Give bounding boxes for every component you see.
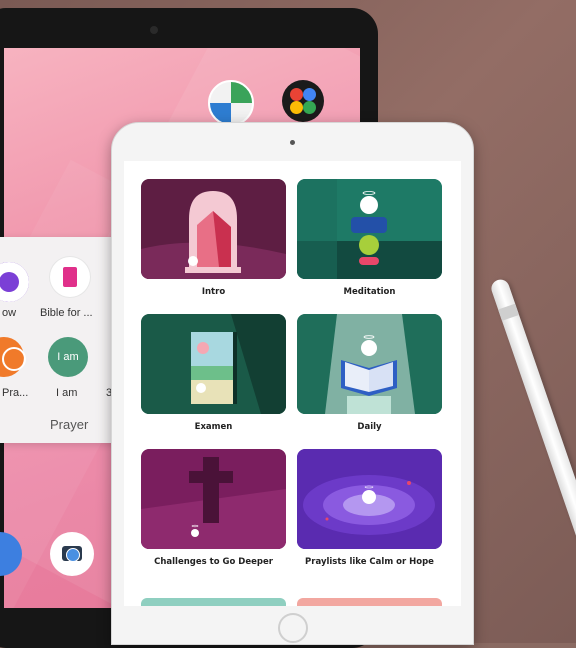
photos-petal	[303, 88, 316, 101]
card-title: Challenges to Go Deeper	[154, 557, 273, 567]
daily-illustration	[297, 314, 442, 414]
app-label: Bible for ...	[40, 307, 93, 319]
meditation-card-art	[297, 179, 442, 279]
home-button[interactable]	[278, 613, 308, 643]
maps-app-icon[interactable]	[208, 80, 254, 126]
pencil-band	[498, 303, 520, 321]
challenges-illustration	[141, 449, 286, 549]
book-icon	[63, 267, 77, 287]
prayer-app-screen: Intro Meditation Examen Daily Challenges…	[124, 161, 461, 606]
app-icon-purple[interactable]	[0, 257, 34, 307]
app-label: I am	[56, 387, 78, 399]
pray-app-icon[interactable]	[0, 337, 26, 377]
card-examen[interactable]: Examen	[141, 314, 286, 444]
bible-app-icon[interactable]	[50, 257, 90, 297]
front-tablet: Intro Meditation Examen Daily Challenges…	[111, 122, 474, 645]
card-intro[interactable]: Intro	[141, 179, 286, 309]
examen-card-art	[141, 314, 286, 414]
card-title: Examen	[194, 422, 233, 432]
intro-illustration	[141, 179, 286, 279]
praylists-illustration	[297, 449, 442, 549]
praylists-card-art	[297, 449, 442, 549]
camera-app-icon[interactable]	[50, 532, 94, 576]
front-tablet-camera	[290, 140, 295, 145]
intro-card-art	[141, 179, 286, 279]
card-challenges[interactable]: Challenges to Go Deeper	[141, 449, 286, 579]
photos-petal	[303, 101, 316, 114]
card-praylists[interactable]: Praylists like Calm or Hope	[297, 449, 442, 579]
card-title: Intro	[201, 287, 226, 297]
meditation-illustration	[297, 179, 442, 279]
photos-petal	[290, 101, 303, 114]
card-partial[interactable]	[141, 598, 286, 606]
i-am-app-icon[interactable]: I am	[48, 337, 88, 377]
folder-name[interactable]: Prayer	[50, 417, 88, 432]
prayer-folder-popup: ow Bible for ... Pra... I am I am 3 Pray…	[0, 237, 128, 443]
card-meditation[interactable]: Meditation	[297, 179, 442, 309]
camera-lens	[66, 548, 80, 562]
app-label: Pra...	[2, 387, 29, 399]
examen-illustration	[141, 314, 286, 414]
photos-app-icon[interactable]	[282, 80, 324, 122]
photos-petal	[290, 88, 303, 101]
card-title: Meditation	[343, 287, 396, 297]
card-partial[interactable]	[297, 598, 442, 606]
back-tablet-camera	[150, 26, 158, 34]
card-daily[interactable]: Daily	[297, 314, 442, 444]
app-label: ow	[2, 307, 17, 319]
daily-card-art	[297, 314, 442, 414]
card-title: Praylists like Calm or Hope	[305, 557, 434, 567]
sun-icon	[2, 347, 26, 371]
card-title: Daily	[357, 422, 382, 432]
challenges-card-art	[141, 449, 286, 549]
